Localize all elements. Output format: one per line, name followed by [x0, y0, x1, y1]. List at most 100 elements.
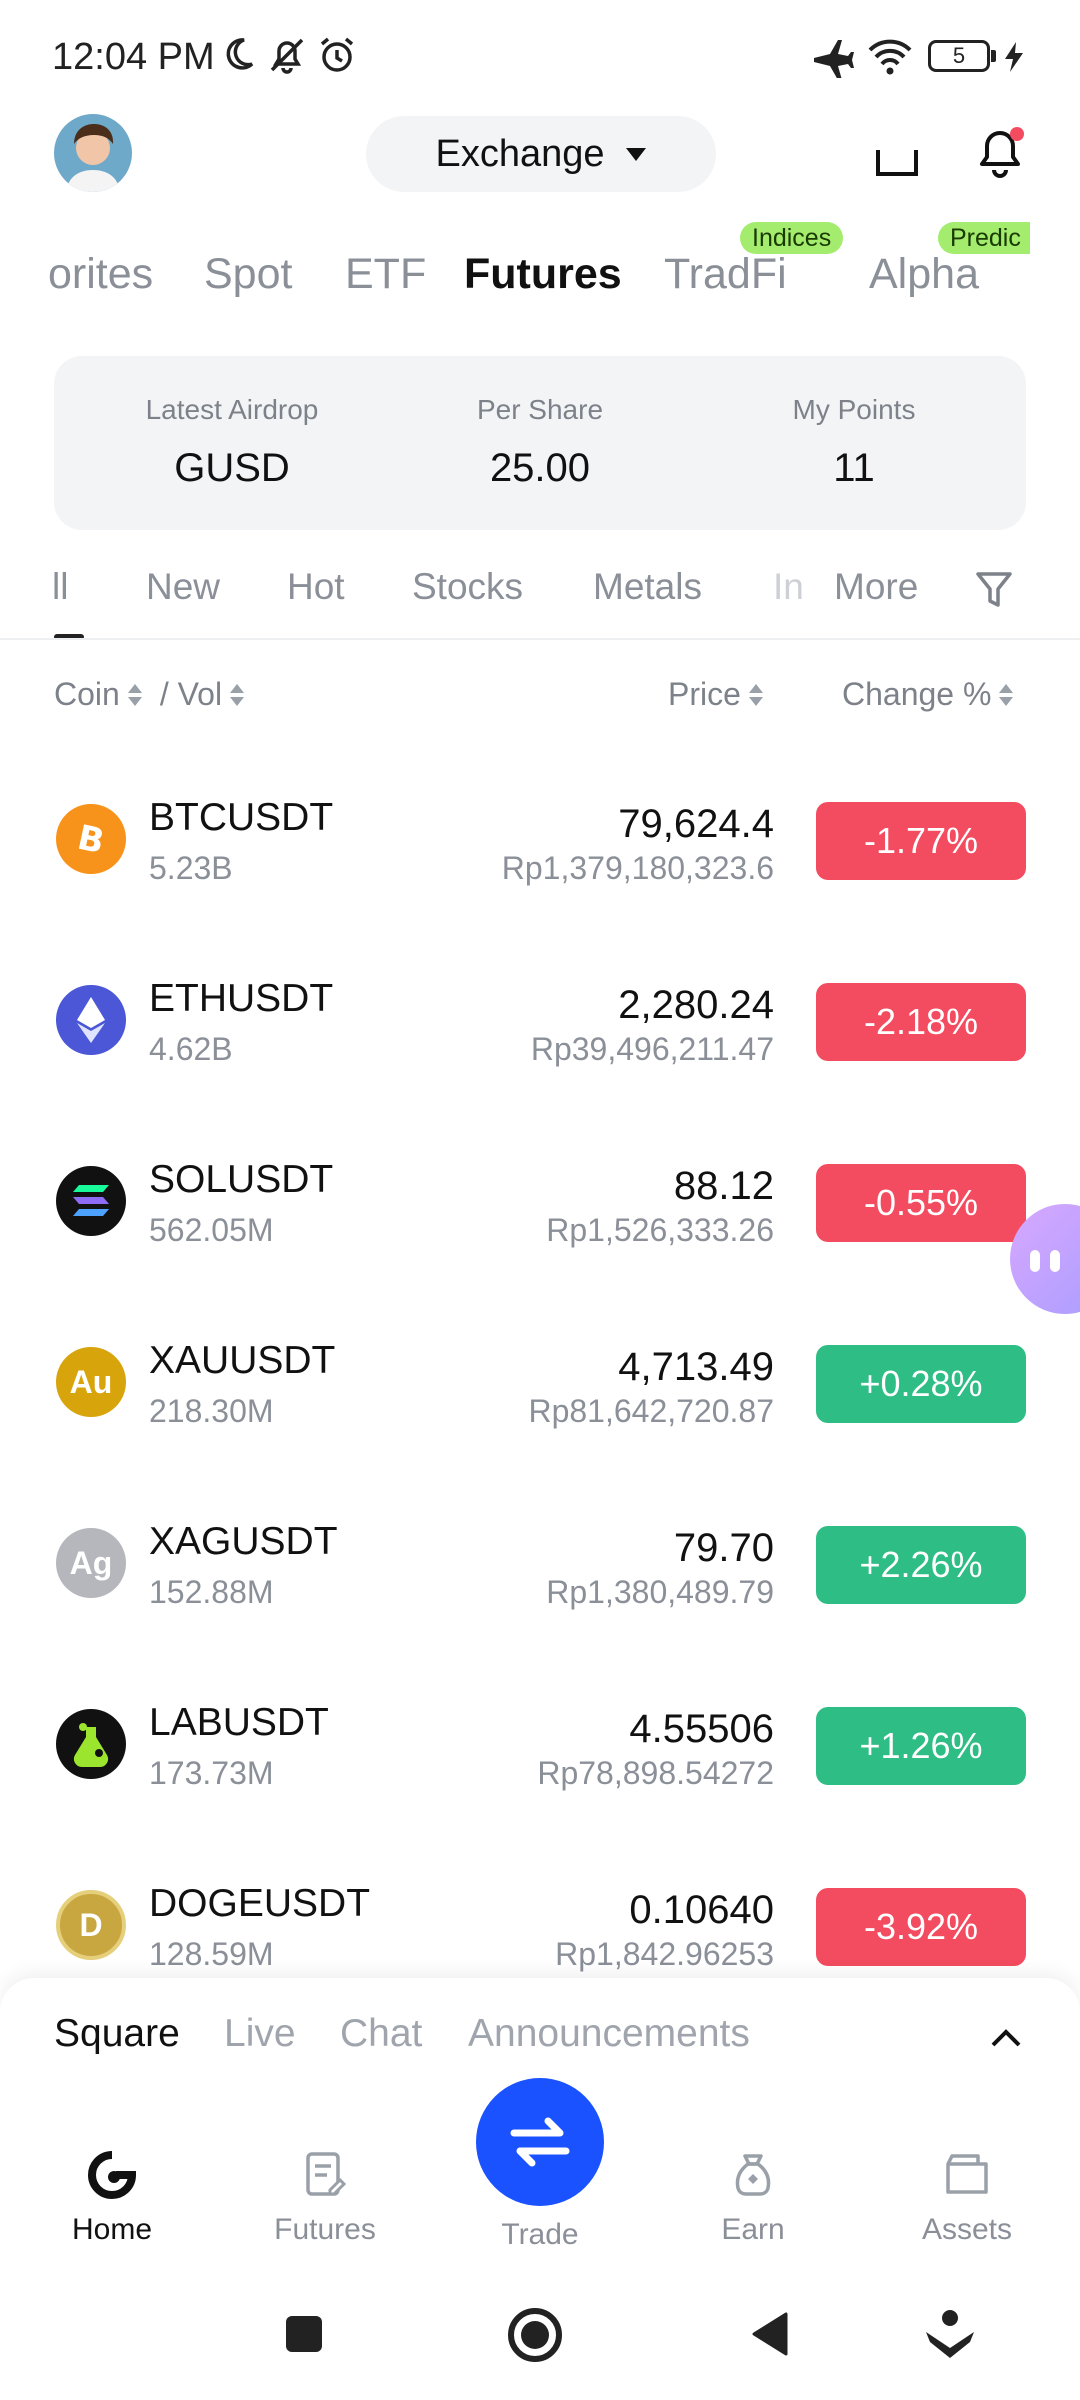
- trade-button[interactable]: [476, 2078, 604, 2206]
- table-row[interactable]: Ag XAGUSDT 152.88M 79.70 Rp1,380,489.79 …: [0, 1482, 1080, 1663]
- exchange-selector[interactable]: Exchange: [366, 116, 716, 192]
- change-badge[interactable]: +2.26%: [816, 1526, 1026, 1604]
- nav-trade-label: Trade: [501, 2218, 579, 2251]
- row-price-idr: Rp81,642,720.87: [528, 1393, 774, 1429]
- row-price: 4,713.49: [618, 1345, 774, 1389]
- tab-spot[interactable]: Spot: [204, 250, 292, 299]
- status-time: 12:04 PM: [52, 36, 215, 78]
- gold-icon: Au: [56, 1347, 126, 1417]
- subtab-indices[interactable]: In: [773, 566, 804, 608]
- row-symbol: DOGEUSDT: [149, 1882, 371, 1925]
- exchange-label: Exchange: [435, 132, 605, 175]
- nav-futures[interactable]: Futures: [245, 2150, 405, 2247]
- tab-square[interactable]: Square: [54, 2012, 180, 2056]
- vol-header-label: / Vol: [159, 676, 223, 712]
- airplane-icon: [814, 40, 854, 78]
- assistant-nav-icon[interactable]: [924, 2308, 976, 2362]
- tab-chat[interactable]: Chat: [340, 2012, 422, 2056]
- tab-announcements[interactable]: Announcements: [468, 2012, 750, 2056]
- per-share-label: Per Share: [476, 394, 604, 425]
- avatar[interactable]: [54, 114, 132, 192]
- sort-change-icon: [999, 683, 1014, 707]
- row-price: 2,280.24: [618, 983, 774, 1027]
- gold-icon-text: Au: [69, 1363, 113, 1400]
- silver-icon-text: Ag: [69, 1544, 113, 1581]
- sort-vol-icon: [230, 683, 245, 707]
- change-badge[interactable]: -2.18%: [816, 983, 1026, 1061]
- nav-earn[interactable]: Earn: [673, 2150, 833, 2247]
- subtab-metals[interactable]: Metals: [593, 566, 702, 608]
- table-row[interactable]: LABUSDT 173.73M 4.55506 Rp78,898.54272 +…: [0, 1663, 1080, 1844]
- subtab-more[interactable]: More: [806, 566, 942, 608]
- solana-icon: [56, 1166, 126, 1236]
- alpha-badge: Predic: [938, 222, 1030, 254]
- row-volume: 5.23B: [149, 850, 233, 886]
- sort-coin-icon: [127, 683, 142, 707]
- subtab-stocks[interactable]: Stocks: [412, 566, 523, 608]
- row-price-idr: Rp1,380,489.79: [546, 1574, 774, 1610]
- change-header[interactable]: Change %: [842, 676, 1014, 713]
- filter-icon[interactable]: [974, 570, 1014, 612]
- svg-text:B: B: [74, 818, 108, 861]
- nav-assets[interactable]: Assets: [887, 2150, 1047, 2247]
- notification-bell-icon[interactable]: [974, 124, 1026, 180]
- home-circle-icon[interactable]: [506, 2306, 564, 2364]
- battery-level: 5: [952, 43, 966, 68]
- market-category-tabs: orites Spot ETF Futures TradFi Indices A…: [0, 210, 1080, 320]
- row-price: 79.70: [673, 1526, 774, 1570]
- tab-tradfi[interactable]: TradFi: [664, 250, 787, 299]
- subtab-hot[interactable]: Hot: [287, 566, 345, 608]
- avatar-image: [54, 114, 132, 192]
- table-row[interactable]: ETHUSDT 4.62B 2,280.24 Rp39,496,211.47 -…: [0, 939, 1080, 1120]
- subtab-all[interactable]: ll: [52, 566, 68, 608]
- row-volume: 173.73M: [149, 1755, 274, 1791]
- row-volume: 128.59M: [149, 1936, 274, 1972]
- row-price: 0.10640: [629, 1888, 774, 1932]
- back-icon[interactable]: [748, 2310, 792, 2358]
- earn-icon: [735, 2154, 771, 2196]
- ethereum-icon: [56, 985, 126, 1055]
- status-bar: 12:04 PM 5: [0, 0, 1080, 112]
- bell-off-icon: [270, 38, 304, 74]
- battery-tip: [991, 50, 996, 62]
- price-header[interactable]: Price: [668, 676, 763, 713]
- row-symbol: XAUUSDT: [149, 1339, 336, 1382]
- battery-icon: 5: [928, 40, 990, 72]
- row-symbol: XAGUSDT: [149, 1520, 338, 1563]
- table-row[interactable]: B BTCUSDT 5.23B 79,624.4 Rp1,379,180,323…: [0, 758, 1080, 939]
- change-badge[interactable]: -0.55%: [816, 1164, 1026, 1242]
- doge-icon: D: [56, 1890, 126, 1960]
- bitcoin-icon: B: [56, 804, 126, 874]
- tab-favorites[interactable]: orites: [48, 250, 153, 299]
- change-badge[interactable]: +1.26%: [816, 1707, 1026, 1785]
- my-points: My Points 11: [704, 394, 1004, 491]
- table-row[interactable]: Au XAUUSDT 218.30M 4,713.49 Rp81,642,720…: [0, 1301, 1080, 1482]
- tab-alpha[interactable]: Alpha: [869, 250, 979, 299]
- change-badge[interactable]: -1.77%: [816, 802, 1026, 880]
- tab-etf[interactable]: ETF: [345, 250, 426, 299]
- subtab-new[interactable]: New: [146, 566, 220, 608]
- recents-icon[interactable]: [282, 2312, 326, 2356]
- chevron-up-icon[interactable]: [990, 2028, 1022, 2048]
- row-symbol: SOLUSDT: [149, 1158, 334, 1201]
- my-points-value: 11: [833, 446, 875, 490]
- sub-filter-tabs: ll New Hot Stocks Metals In More: [0, 548, 1080, 640]
- latest-airdrop: Latest Airdrop GUSD: [82, 394, 382, 491]
- nav-futures-label: Futures: [274, 2213, 376, 2246]
- tab-live[interactable]: Live: [224, 2012, 296, 2056]
- scan-icon[interactable]: [874, 132, 920, 178]
- coin-vol-header[interactable]: Coin / Vol: [54, 676, 245, 713]
- wifi-icon: [868, 39, 912, 75]
- row-symbol: BTCUSDT: [149, 796, 334, 839]
- nav-home[interactable]: Home: [32, 2150, 192, 2247]
- change-badge[interactable]: +0.28%: [816, 1345, 1026, 1423]
- airdrop-card[interactable]: Latest Airdrop GUSD Per Share 25.00 My P…: [54, 356, 1026, 530]
- nav-home-label: Home: [71, 2213, 153, 2246]
- table-row[interactable]: SOLUSDT 562.05M 88.12 Rp1,526,333.26 -0.…: [0, 1120, 1080, 1301]
- my-points-label: My Points: [792, 394, 916, 425]
- tab-futures[interactable]: Futures: [464, 250, 622, 299]
- row-price: 4.55506: [629, 1707, 774, 1751]
- change-badge[interactable]: -3.92%: [816, 1888, 1026, 1966]
- row-volume: 562.05M: [149, 1212, 274, 1248]
- row-price-idr: Rp1,379,180,323.6: [501, 850, 774, 886]
